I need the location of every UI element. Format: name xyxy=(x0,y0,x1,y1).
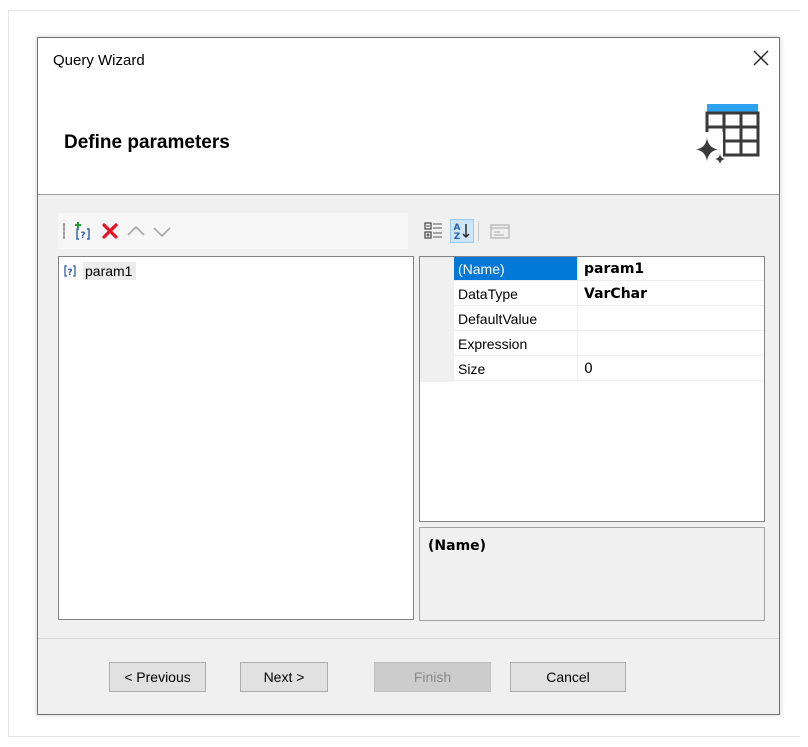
property-description-panel: (Name) xyxy=(419,527,765,621)
parameters-list[interactable]: ? param1 xyxy=(58,256,414,620)
property-row-expression[interactable]: Expression xyxy=(420,332,764,357)
property-grid-toolbar: A Z xyxy=(418,213,538,249)
table-sparkle-icon xyxy=(693,102,763,178)
cancel-button[interactable]: Cancel xyxy=(510,662,626,692)
list-item[interactable]: ? param1 xyxy=(63,261,137,281)
next-button[interactable]: Next > xyxy=(240,662,328,692)
page-title: Define parameters xyxy=(64,132,230,153)
toolbar-grip[interactable] xyxy=(63,223,65,239)
svg-text:?: ? xyxy=(67,268,72,278)
property-value[interactable]: param1 xyxy=(578,257,764,281)
property-value[interactable]: 0 xyxy=(578,357,764,381)
query-wizard-dialog: Query Wizard Define parameters ? ? param… xyxy=(37,37,780,715)
move-up-icon[interactable] xyxy=(124,219,148,243)
toolbar-separator xyxy=(478,221,479,241)
property-name: DefaultValue xyxy=(454,307,578,331)
property-value[interactable]: VarChar xyxy=(578,282,764,306)
property-row-size[interactable]: Size 0 xyxy=(420,357,764,382)
footer-divider xyxy=(38,638,779,639)
property-pages-icon[interactable] xyxy=(488,219,512,243)
delete-icon[interactable] xyxy=(98,219,122,243)
property-name: Expression xyxy=(454,332,578,356)
parameters-toolbar: ? xyxy=(58,213,408,249)
svg-text:?: ? xyxy=(80,231,85,241)
property-name: Size xyxy=(454,357,578,381)
property-row-datatype[interactable]: DataType VarChar xyxy=(420,282,764,307)
parameter-icon: ? xyxy=(63,264,77,278)
property-name: DataType xyxy=(454,282,578,306)
categorized-icon[interactable] xyxy=(422,219,446,243)
description-title: (Name) xyxy=(428,538,487,554)
wizard-header: Query Wizard Define parameters xyxy=(38,38,779,195)
property-grid: (Name) param1 DataType VarChar DefaultVa… xyxy=(419,256,765,522)
property-name: (Name) xyxy=(454,257,578,281)
property-value[interactable] xyxy=(578,307,764,331)
property-row-defaultvalue[interactable]: DefaultValue xyxy=(420,307,764,332)
sort-alphabetical-icon[interactable]: A Z xyxy=(450,219,474,243)
close-icon[interactable] xyxy=(749,46,773,70)
parameter-label: param1 xyxy=(83,262,137,280)
add-parameter-icon[interactable]: ? xyxy=(70,219,94,243)
finish-button[interactable]: Finish xyxy=(374,662,491,692)
move-down-icon[interactable] xyxy=(150,219,174,243)
svg-text:Z: Z xyxy=(454,232,461,242)
previous-button[interactable]: < Previous xyxy=(109,662,206,692)
window-title: Query Wizard xyxy=(53,52,145,69)
property-value[interactable] xyxy=(578,332,764,356)
property-row-name[interactable]: (Name) param1 xyxy=(420,257,764,282)
